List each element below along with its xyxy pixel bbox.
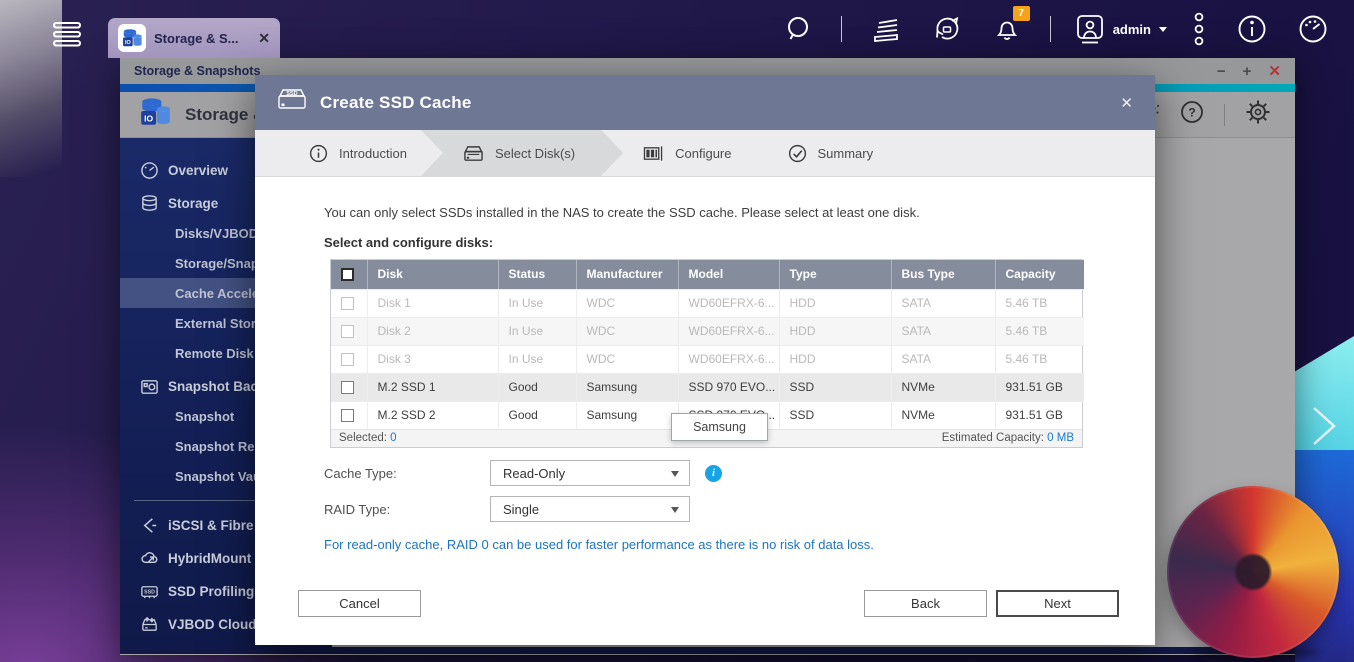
taskbar-tab-label: Storage & S... [154,31,250,46]
row-checkbox[interactable] [341,353,354,366]
col-disk: Disk [367,260,498,289]
raid-type-label: RAID Type: [324,502,490,517]
create-ssd-cache-dialog: SSD Create SSD Cache ✕ Introduction Sele… [255,75,1155,645]
svg-text:SSD: SSD [286,91,297,97]
maximize-button[interactable]: + [1243,64,1252,79]
chevron-down-icon [1159,27,1167,32]
ssd-icon: SSD [277,88,307,117]
user-name: admin [1113,22,1151,37]
user-menu[interactable]: admin [1075,13,1167,45]
svg-text:?: ? [1188,106,1195,120]
window-bottom-bar [120,647,1295,654]
step-introduction: Introduction [281,130,435,176]
dashboard-icon[interactable] [1297,13,1329,45]
estimated-capacity-label: Estimated Capacity: [942,432,1044,444]
back-button[interactable]: Back [864,590,987,617]
cache-type-row: Cache Type: Read-Only i [324,460,722,486]
estimated-capacity-value: 0 MB [1047,432,1074,444]
help-icon[interactable]: ? [1180,100,1204,129]
taskbar-divider [1050,16,1051,42]
settings-icon[interactable] [1245,99,1271,130]
storage-snapshots-app-icon: IO [118,24,146,52]
cache-type-select[interactable]: Read-Only [490,460,690,486]
select-disks-label: Select and configure disks: [324,235,493,250]
table-row: M.2 SSD 1 Good Samsung SSD 970 EVO... SS… [331,373,1084,401]
taskbar: IO Storage & S... ✕ [0,0,1354,58]
sync-icon[interactable] [932,14,962,44]
selected-label: Selected: [339,432,387,444]
table-row: Disk 3 In Use WDC WD60EFRX-6... HDD SATA… [331,345,1084,373]
next-button[interactable]: Next [996,590,1119,617]
col-model: Model [678,260,779,289]
toolbar-divider [1224,104,1225,126]
cancel-button[interactable]: Cancel [298,590,421,617]
cache-type-info-icon[interactable]: i [705,465,722,482]
raid-type-select[interactable]: Single [490,496,690,522]
step-summary: Summary [760,130,902,176]
row-checkbox[interactable] [341,297,354,310]
col-status: Status [498,260,576,289]
info-icon[interactable] [1236,13,1268,45]
wizard-steps: Introduction Select Disk(s) Configure [255,130,1155,177]
taskbar-right-icons: 7 admin [773,0,1340,58]
col-type: Type [779,260,891,289]
svg-text:IO: IO [125,40,132,46]
svg-text:IO: IO [144,114,153,124]
intro-text: You can only select SSDs installed in th… [324,205,1095,220]
selected-count: 0 [390,432,396,444]
row-checkbox[interactable] [341,381,354,394]
cache-type-label: Cache Type: [324,466,490,481]
desktop: IO Storage & S... ✕ [0,0,1354,662]
table-row: Disk 2 In Use WDC WD60EFRX-6... HDD SATA… [331,317,1084,345]
storage-snapshots-app-icon: IO [138,95,172,134]
svg-text:SSD: SSD [144,589,155,595]
dialog-buttons: Cancel Back Next [298,590,1119,617]
step-configure: Configure [615,130,759,176]
notification-badge: 7 [1013,6,1030,21]
dialog-close-icon[interactable]: ✕ [1120,94,1133,112]
window-close-button[interactable]: ✕ [1268,64,1281,79]
notifications-icon[interactable]: 7 [993,14,1021,44]
step-select-disks: Select Disk(s) [421,130,623,176]
background-tasks-icon[interactable] [871,15,901,43]
watermark-logo [1167,486,1339,658]
col-manufacturer: Manufacturer [576,260,678,289]
taskbar-tab-storage-snapshots[interactable]: IO Storage & S... ✕ [108,18,280,58]
tab-close-icon[interactable]: ✕ [258,30,270,47]
dialog-title: Create SSD Cache [320,93,472,113]
table-row: Disk 1 In Use WDC WD60EFRX-6... HDD SATA… [331,289,1084,317]
search-icon[interactable] [784,15,812,43]
chevron-right-icon [1306,402,1342,455]
col-bus-type: Bus Type [891,260,995,289]
col-capacity: Capacity [995,260,1084,289]
dialog-body: You can only select SSDs installed in th… [255,177,1155,645]
dialog-header: SSD Create SSD Cache ✕ [255,75,1155,130]
more-dots-icon[interactable] [1193,11,1205,47]
row-checkbox[interactable] [341,325,354,338]
row-checkbox[interactable] [341,409,354,422]
taskbar-divider [841,16,842,42]
manufacturer-tooltip: Samsung [671,413,768,441]
table-header-row: Disk Status Manufacturer Model Type Bus … [331,260,1084,289]
main-menu-button[interactable] [52,21,82,47]
raid-note: For read-only cache, RAID 0 can be used … [324,537,874,552]
minimize-button[interactable]: − [1217,64,1226,79]
raid-type-row: RAID Type: Single [324,496,690,522]
select-all-checkbox[interactable] [341,268,354,281]
